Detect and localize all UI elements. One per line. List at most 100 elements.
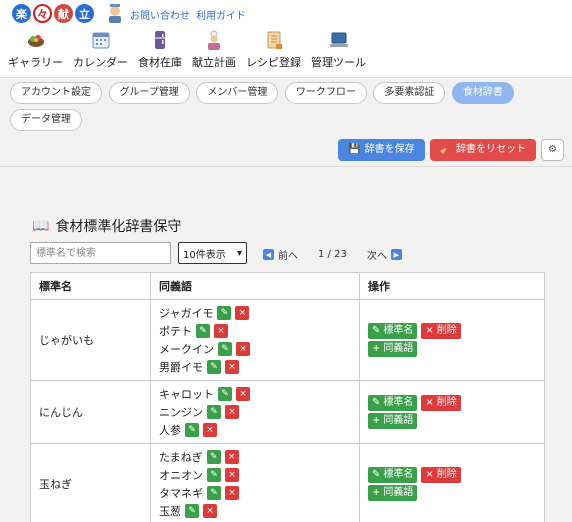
nav-label: 献立計画 <box>192 56 236 69</box>
save-dictionary-button[interactable]: 💾 辞書を保存 <box>338 139 425 161</box>
close-icon[interactable]: × <box>235 306 250 320</box>
pencil-icon[interactable]: ✎ <box>185 504 199 518</box>
close-icon[interactable]: × <box>203 504 217 518</box>
add-synonym-button[interactable]: + 同義語 <box>368 485 418 501</box>
chevron-down-icon: ▾ <box>236 247 242 259</box>
logo[interactable]: 楽 々 献 立 <box>12 4 94 23</box>
synonym-text: ニンジン <box>159 406 203 419</box>
nav-inventory[interactable]: 食材在庫 <box>138 30 182 70</box>
nav-gallery[interactable]: ギャラリー <box>8 30 63 70</box>
pencil-icon[interactable]: ✎ <box>207 405 221 419</box>
synonym-text: 男爵イモ <box>159 361 203 374</box>
gear-icon: ⚙ <box>548 144 557 155</box>
toolbar: 💾 辞書を保存 🧹 辞書をリセット ⚙ <box>338 139 564 161</box>
nav-menu-plan[interactable]: 献立計画 <box>192 30 236 70</box>
add-synonym-button[interactable]: + 同義語 <box>368 413 418 429</box>
close-icon[interactable]: × <box>236 387 250 401</box>
book-icon: 📖 <box>32 218 50 234</box>
next-arrow-icon[interactable]: ▶ <box>390 249 402 260</box>
close-icon[interactable]: × <box>214 324 228 338</box>
settings-button[interactable]: ⚙ <box>541 139 564 161</box>
logo-char: 献 <box>54 4 73 23</box>
synonym-item: メークイン ✎ × <box>159 340 351 358</box>
pencil-icon[interactable]: ✎ <box>218 387 232 401</box>
close-icon[interactable]: × <box>225 468 239 482</box>
table-row: じゃがいも ジャガイモ ✎ × ポテト ✎ × メークイン ✎ × 男爵イモ ✎ × ✎ 標準名 ×… <box>30 299 545 381</box>
guide-link[interactable]: 利用ガイド <box>196 7 246 22</box>
synonym-item: キャロット ✎ × <box>159 385 351 403</box>
pencil-icon[interactable]: ✎ <box>207 360 221 374</box>
per-page-select[interactable]: 10件表示 ▾ <box>178 242 247 264</box>
delete-button[interactable]: × 削除 <box>421 467 461 483</box>
pencil-icon: ✎ <box>372 469 381 480</box>
delete-label: 削除 <box>436 469 457 480</box>
contact-link[interactable]: お問い合わせ <box>130 7 190 22</box>
tab-mfa[interactable]: 多要素認証 <box>373 82 446 104</box>
nav-admin[interactable]: 管理ツール <box>311 30 366 70</box>
prev-page-link[interactable]: 前へ <box>278 247 298 262</box>
delete-button[interactable]: × 削除 <box>421 323 461 339</box>
rename-button[interactable]: ✎ 標準名 <box>368 395 418 411</box>
close-icon[interactable]: × <box>225 360 239 374</box>
divider <box>0 166 572 167</box>
pencil-icon[interactable]: ✎ <box>218 342 232 356</box>
tab-workflow[interactable]: ワークフロー <box>284 82 367 104</box>
pencil-icon[interactable]: ✎ <box>185 423 199 437</box>
synonym-cell: キャロット ✎ × ニンジン ✎ × 人参 ✎ × <box>150 380 360 444</box>
close-icon[interactable]: × <box>225 405 239 419</box>
reset-label: 辞書をリセット <box>456 144 527 155</box>
nav-calendar[interactable]: カレンダー <box>73 30 128 70</box>
synonym-cell: たまねぎ ✎ × オニオン ✎ × タマネギ ✎ × 玉葱 ✎ × <box>150 443 360 522</box>
delete-label: 削除 <box>436 325 457 336</box>
delete-button[interactable]: × 削除 <box>421 395 461 411</box>
synonym-text: キャロット <box>159 388 214 401</box>
logo-char: 々 <box>33 4 52 23</box>
tab-ingredient-dictionary[interactable]: 食材辞書 <box>451 82 514 104</box>
pencil-icon[interactable]: ✎ <box>207 486 221 500</box>
per-page-value: 10件表示 <box>183 249 226 261</box>
pencil-icon[interactable]: ✎ <box>196 324 210 338</box>
tab-group[interactable]: グループ管理 <box>108 82 190 104</box>
pencil-icon[interactable]: ✎ <box>206 450 221 464</box>
rename-button[interactable]: ✎ 標準名 <box>368 467 418 483</box>
add-synonym-label: 同義語 <box>383 343 414 354</box>
standard-name: 玉ねぎ <box>30 443 151 522</box>
tab-data[interactable]: データ管理 <box>10 109 82 131</box>
floppy-icon: 💾 <box>348 144 361 155</box>
search-input[interactable] <box>30 242 171 264</box>
pencil-icon[interactable]: ✎ <box>207 468 221 482</box>
eraser-icon: 🧹 <box>439 144 453 155</box>
rename-label: 標準名 <box>383 397 414 408</box>
rename-label: 標準名 <box>383 325 414 336</box>
salad-icon <box>27 35 44 47</box>
close-icon[interactable]: × <box>225 486 239 500</box>
close-icon[interactable]: × <box>236 342 250 356</box>
close-icon[interactable]: × <box>224 450 239 464</box>
prev-arrow-icon[interactable]: ◀ <box>263 249 274 260</box>
nav-label: レシピ登録 <box>246 56 301 69</box>
mascot-icon <box>109 4 121 23</box>
plus-icon: + <box>372 415 381 426</box>
column-header: 同義語 <box>150 272 360 300</box>
reset-dictionary-button[interactable]: 🧹 辞書をリセット <box>429 139 537 161</box>
synonym-text: 人参 <box>159 424 181 437</box>
next-page-link[interactable]: 次へ <box>367 247 387 262</box>
top-links: お問い合わせ 利用ガイド <box>130 7 246 22</box>
synonym-item: 人参 ✎ × <box>159 421 351 439</box>
close-icon[interactable]: × <box>203 423 217 437</box>
tab-member[interactable]: メンバー管理 <box>196 82 279 104</box>
synonym-text: たまねぎ <box>159 451 203 464</box>
nav-recipe[interactable]: レシピ登録 <box>246 30 301 70</box>
pencil-icon: ✎ <box>372 325 381 336</box>
nav-label: カレンダー <box>73 56 128 69</box>
add-synonym-button[interactable]: + 同義語 <box>368 341 418 357</box>
synonym-text: ジャガイモ <box>159 307 214 320</box>
nav-label: ギャラリー <box>8 56 63 69</box>
pencil-icon[interactable]: ✎ <box>217 306 232 320</box>
tab-account[interactable]: アカウント設定 <box>10 82 102 104</box>
rename-button[interactable]: ✎ 標準名 <box>368 323 418 339</box>
fridge-icon <box>155 31 165 49</box>
table-header-row: 標準名 同義語 操作 <box>30 272 545 300</box>
standard-name: じゃがいも <box>30 299 151 381</box>
synonym-item: 男爵イモ ✎ × <box>159 358 351 376</box>
